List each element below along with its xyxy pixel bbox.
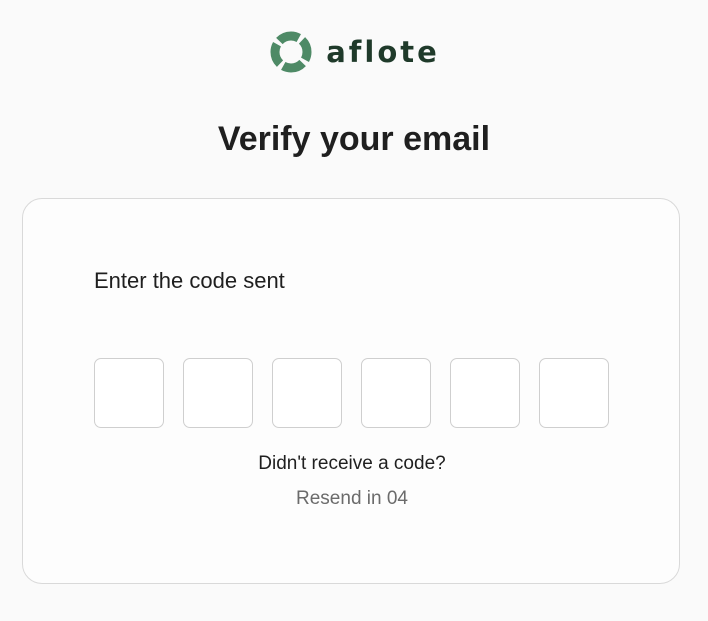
code-input-group xyxy=(94,358,609,428)
brand-logo: aflote xyxy=(0,29,708,75)
didnt-receive-text: Didn't receive a code? xyxy=(258,453,446,474)
code-digit-3[interactable] xyxy=(272,358,342,428)
code-digit-1[interactable] xyxy=(94,358,164,428)
page-title: Verify your email xyxy=(217,120,491,158)
aflote-logo-icon xyxy=(270,31,312,73)
instruction-text: Enter the code sent xyxy=(94,268,285,293)
code-digit-6[interactable] xyxy=(539,358,609,428)
verification-card: Enter the code sent Didn't receive a cod… xyxy=(22,198,680,584)
code-digit-5[interactable] xyxy=(450,358,520,428)
code-digit-4[interactable] xyxy=(361,358,431,428)
verify-email-page: aflote Verify your email Enter the code … xyxy=(0,0,708,621)
code-digit-2[interactable] xyxy=(183,358,253,428)
resend-countdown: Resend in 04 xyxy=(296,488,408,509)
brand-name: aflote xyxy=(326,35,440,69)
